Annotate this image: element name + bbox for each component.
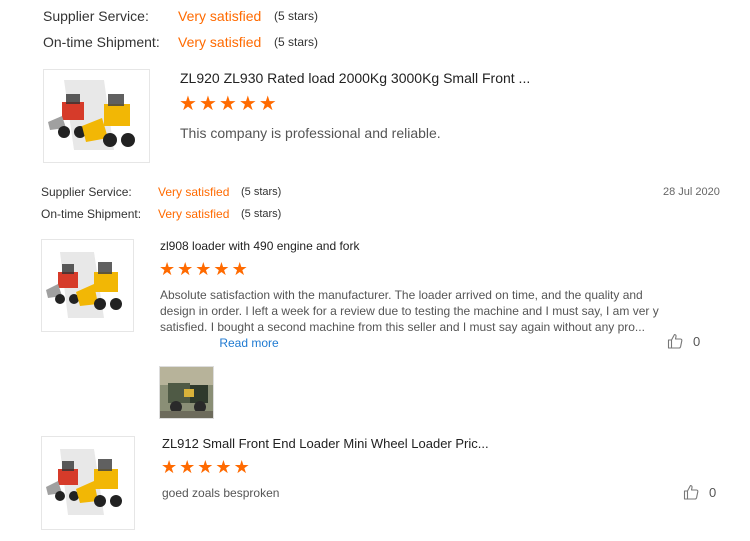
star-icon: ★ bbox=[258, 93, 277, 115]
product-title[interactable]: ZL912 Small Front End Loader Mini Wheel … bbox=[162, 436, 489, 451]
star-icon: ★ bbox=[195, 259, 212, 279]
thumbs-up-icon[interactable] bbox=[683, 484, 699, 500]
product-thumbnail[interactable] bbox=[41, 436, 135, 530]
like-control[interactable]: 0 bbox=[683, 484, 716, 500]
rating-stars: ★ ★ ★ ★ ★ bbox=[159, 260, 248, 278]
like-count: 0 bbox=[693, 333, 701, 349]
loader-image bbox=[48, 80, 135, 150]
star-icon: ★ bbox=[159, 259, 176, 279]
ontime-shipment-label: On-time Shipment: bbox=[41, 207, 142, 221]
star-icon: ★ bbox=[213, 259, 230, 279]
star-icon: ★ bbox=[198, 93, 217, 115]
star-icon: ★ bbox=[233, 457, 250, 477]
supplier-service-value: Very satisfied bbox=[178, 8, 262, 24]
star-icon: ★ bbox=[231, 259, 248, 279]
star-icon: ★ bbox=[197, 457, 214, 477]
star-icon: ★ bbox=[179, 93, 197, 115]
star-icon: ★ bbox=[238, 93, 257, 115]
supplier-service-label: Supplier Service: bbox=[41, 185, 132, 199]
review-photo[interactable] bbox=[159, 366, 214, 419]
ontime-shipment-label: On-time Shipment: bbox=[43, 34, 160, 50]
loader-image bbox=[46, 449, 122, 515]
star-icon: ★ bbox=[218, 93, 237, 115]
star-icon: ★ bbox=[161, 457, 178, 477]
ontime-shipment-value: Very satisfied bbox=[178, 34, 262, 50]
supplier-service-value: Very satisfied bbox=[158, 185, 230, 199]
loader-image bbox=[46, 252, 122, 318]
product-title[interactable]: ZL920 ZL930 Rated load 2000Kg 3000Kg Sma… bbox=[180, 70, 530, 86]
product-title[interactable]: zl908 loader with 490 engine and fork bbox=[160, 239, 359, 253]
product-thumbnail[interactable] bbox=[41, 239, 134, 332]
supplier-service-stars: (5 stars) bbox=[274, 9, 319, 23]
ontime-shipment-stars: (5 stars) bbox=[274, 35, 319, 49]
review-text-block: Absolute satisfaction with the manufactu… bbox=[160, 287, 670, 351]
like-control[interactable]: 0 bbox=[667, 333, 700, 349]
review-text: goed zoals besproken bbox=[162, 486, 280, 500]
thumbs-up-icon[interactable] bbox=[667, 333, 683, 349]
star-icon: ★ bbox=[179, 457, 196, 477]
review-photo-image bbox=[160, 367, 213, 418]
supplier-service-label: Supplier Service: bbox=[43, 8, 149, 24]
ontime-shipment-value: Very satisfied bbox=[158, 207, 230, 221]
ontime-shipment-stars: (5 stars) bbox=[241, 208, 282, 220]
rating-stars: ★ ★ ★ ★ ★ bbox=[161, 458, 250, 476]
review-text: Absolute satisfaction with the manufactu… bbox=[160, 288, 659, 334]
like-count: 0 bbox=[709, 484, 717, 500]
review-date: 28 Jul 2020 bbox=[663, 186, 720, 198]
supplier-service-stars: (5 stars) bbox=[241, 186, 282, 198]
rating-stars: ★ ★ ★ ★ ★ bbox=[179, 94, 277, 114]
review-text: This company is professional and reliabl… bbox=[180, 125, 441, 141]
product-thumbnail[interactable] bbox=[43, 69, 150, 163]
read-more-link[interactable]: Read more bbox=[219, 336, 278, 350]
star-icon: ★ bbox=[215, 457, 232, 477]
star-icon: ★ bbox=[177, 259, 194, 279]
